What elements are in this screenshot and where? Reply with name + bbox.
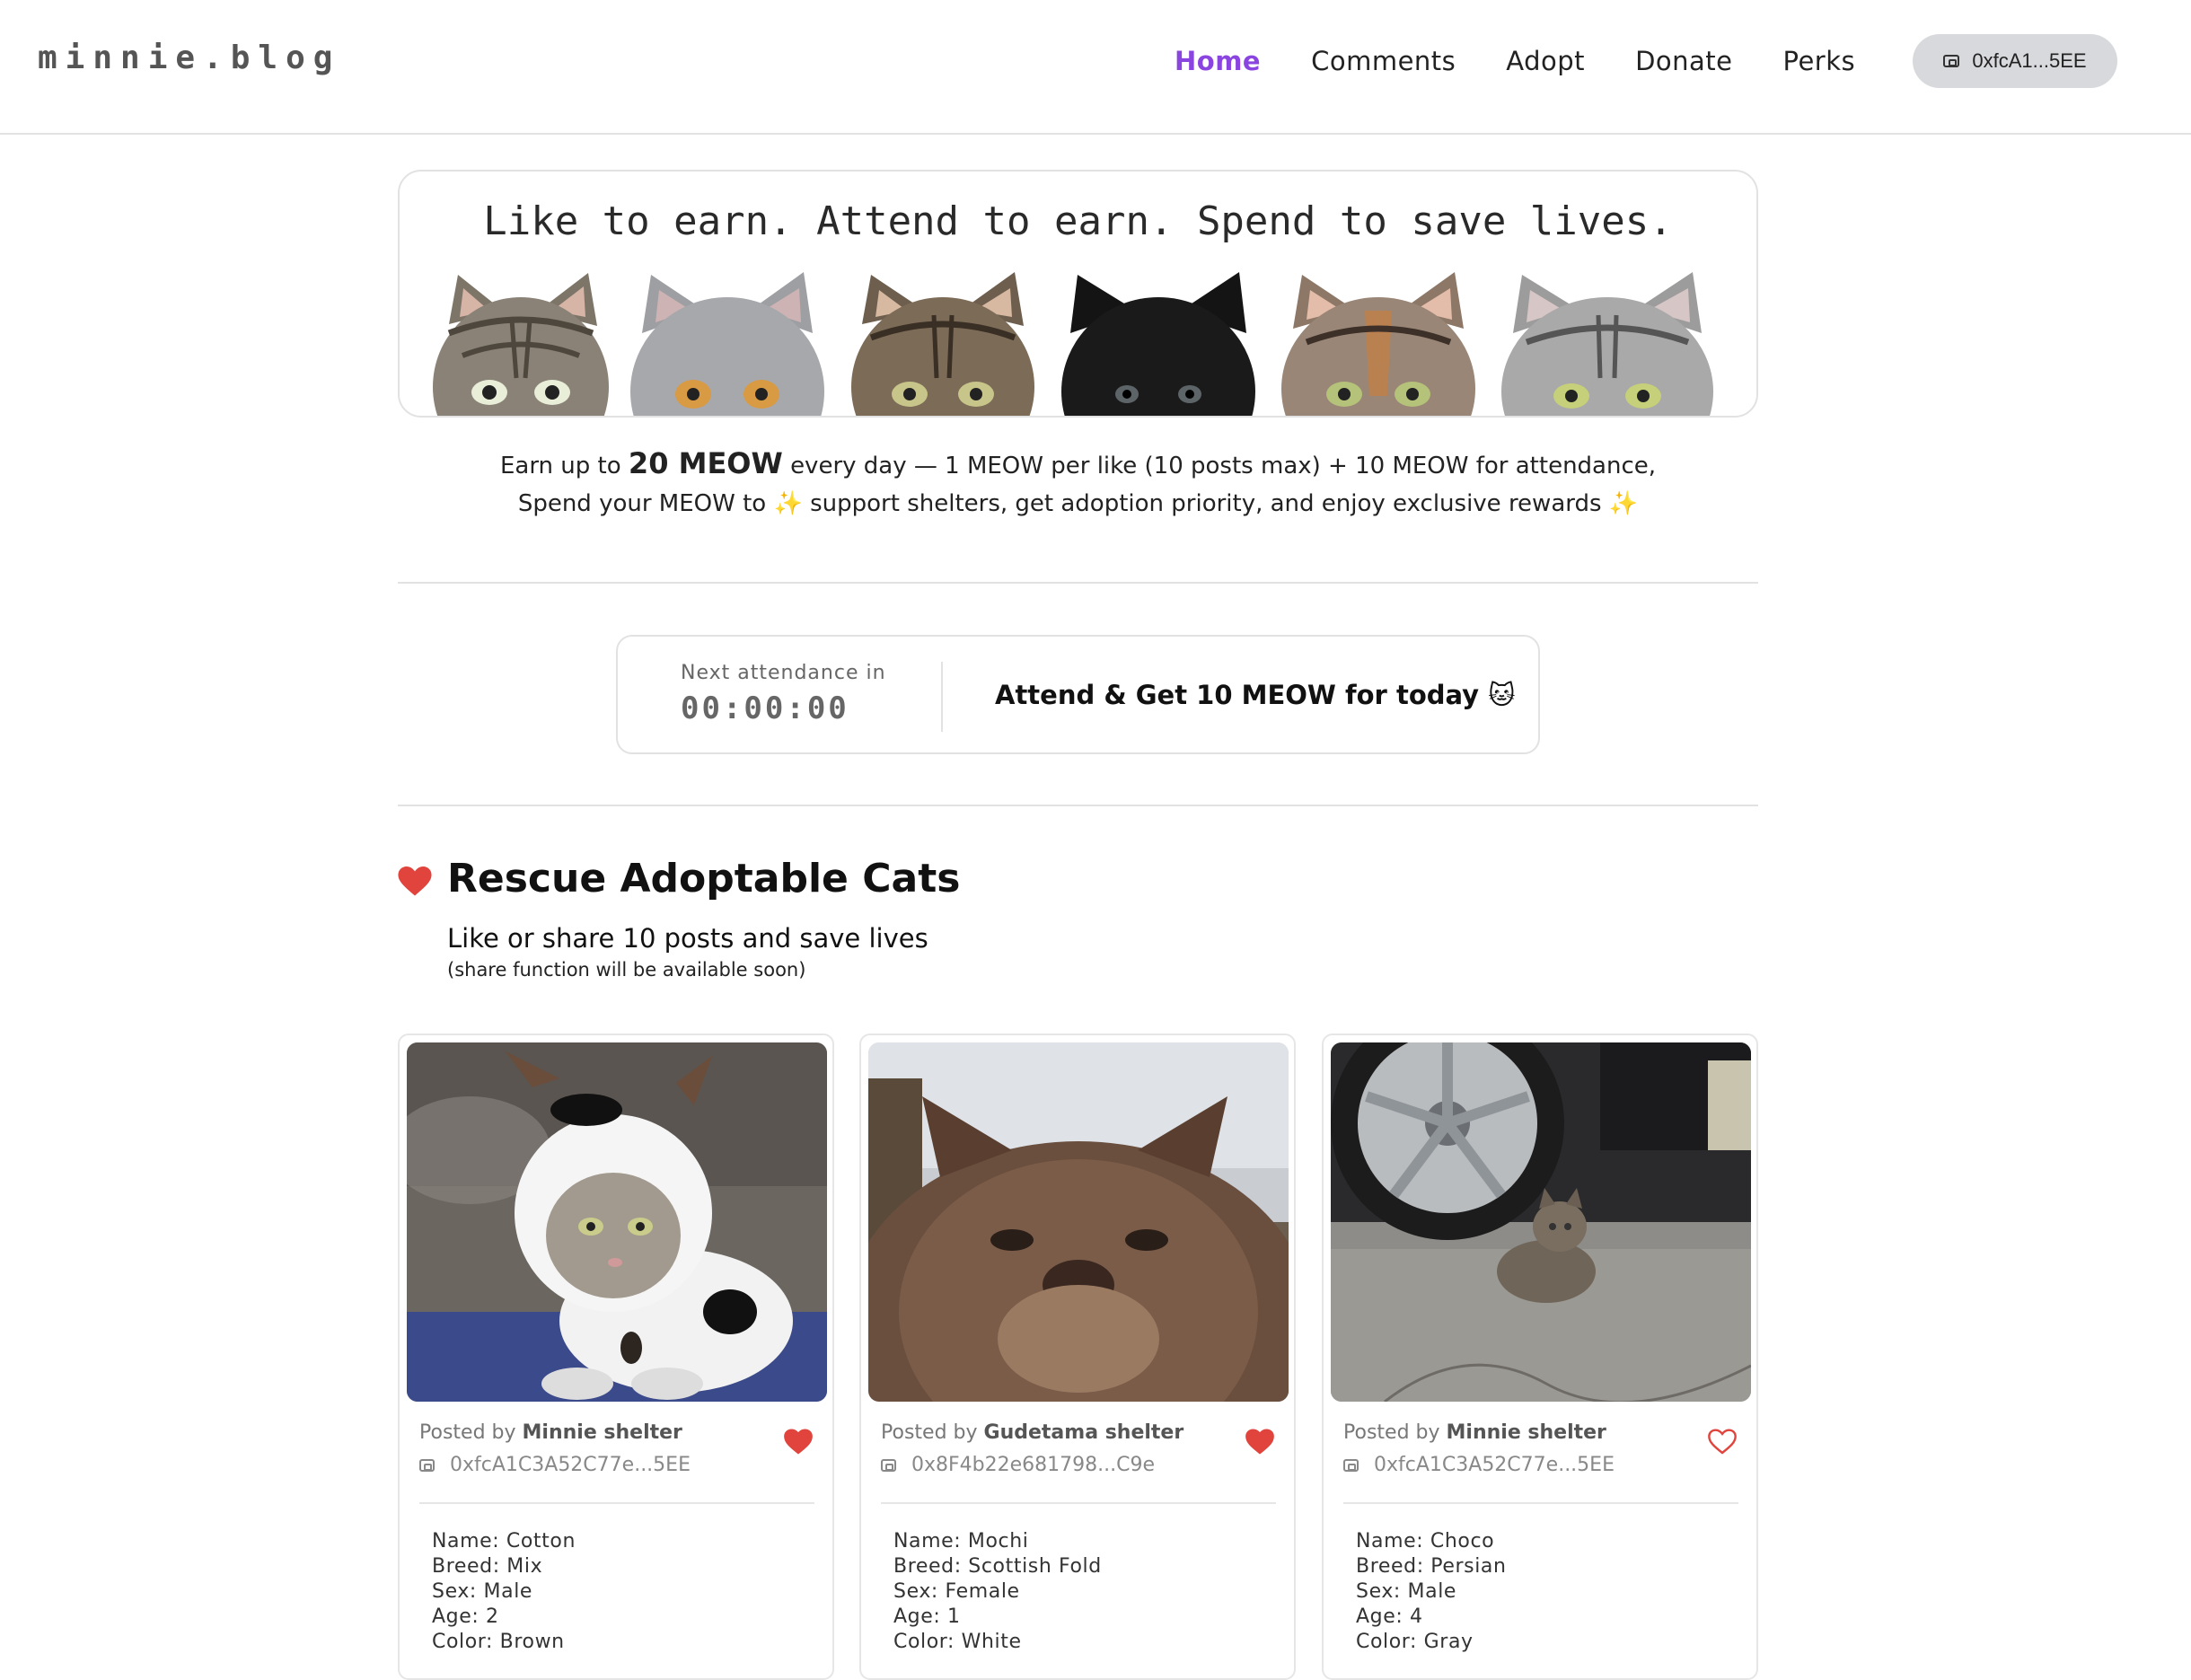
card-divider xyxy=(881,1502,1276,1504)
hero-title: Like to earn. Attend to earn. Spend to s… xyxy=(483,198,1673,244)
cat-head-tabby xyxy=(433,273,609,416)
shelter-address: 0xfcA1C3A52C77e...5EE xyxy=(1343,1454,1615,1476)
shelter-name[interactable]: Gudetama shelter xyxy=(984,1421,1184,1444)
cat-name: Name: Choco xyxy=(1356,1530,1495,1552)
tagline-suffix: every day — 1 MEOW per like (10 posts ma… xyxy=(790,453,1657,479)
cat-closeup-photo xyxy=(868,1042,1289,1402)
nav-adopt[interactable]: Adopt xyxy=(1506,43,1585,79)
like-heart-icon[interactable] xyxy=(784,1429,813,1456)
posted-by-label: Posted by xyxy=(881,1421,978,1444)
cat-card: Posted by Gudetama shelter 0x8F4b22e6817… xyxy=(859,1034,1296,1680)
like-heart-outline-icon[interactable] xyxy=(1708,1429,1737,1456)
hero-banner: Like to earn. Attend to earn. Spend to s… xyxy=(398,170,1758,418)
cat-age: Age: 4 xyxy=(1356,1605,1423,1628)
posted-by: Posted by Minnie shelter xyxy=(1343,1421,1606,1444)
nav-perks[interactable]: Perks xyxy=(1783,43,1856,79)
cat-in-cow-costume-photo xyxy=(407,1042,827,1402)
cat-details: Name: Cotton Breed: Mix Sex: Male Age: 2… xyxy=(432,1529,576,1655)
section-note: (share function will be available soon) xyxy=(447,959,806,981)
cat-card: Posted by Minnie shelter 0xfcA1C3A52C77e… xyxy=(398,1034,834,1680)
cat-card: Posted by Minnie shelter 0xfcA1C3A52C77e… xyxy=(1322,1034,1758,1680)
address-text: 0xfcA1C3A52C77e...5EE xyxy=(450,1454,691,1476)
tagline-line-2: Spend your MEOW to ✨ support shelters, g… xyxy=(398,485,1758,523)
sparkle-icon: ✨ xyxy=(773,490,803,517)
top-nav: minnie.blog Home Comments Adopt Donate P… xyxy=(0,0,2191,135)
card-divider xyxy=(1343,1502,1738,1504)
nav-home[interactable]: Home xyxy=(1175,43,1261,79)
cat-name: Name: Cotton xyxy=(432,1530,576,1552)
cat-color: Color: White xyxy=(893,1631,1022,1653)
cat-photo[interactable] xyxy=(407,1042,827,1402)
divider xyxy=(398,582,1758,584)
shelter-address: 0xfcA1C3A52C77e...5EE xyxy=(419,1454,691,1476)
tagline-line2-b: support shelters, get adoption priority,… xyxy=(810,490,1602,517)
attendance-panel: Next attendance in 00:00:00 Attend & Get… xyxy=(616,635,1540,754)
cat-head-black xyxy=(1061,272,1255,416)
attend-button-label: Attend & Get 10 MEOW for today xyxy=(995,680,1480,710)
cat-head-grey xyxy=(630,272,824,416)
hero-tagline: Earn up to 20 MEOW every day — 1 MEOW pe… xyxy=(398,444,1758,523)
cat-details: Name: Choco Breed: Persian Sex: Male Age… xyxy=(1356,1529,1507,1655)
cat-age: Age: 1 xyxy=(893,1605,961,1628)
wallet-icon xyxy=(1343,1458,1359,1472)
posted-by: Posted by Minnie shelter xyxy=(419,1421,682,1444)
address-text: 0xfcA1C3A52C77e...5EE xyxy=(1374,1454,1615,1476)
cat-age: Age: 2 xyxy=(432,1605,499,1628)
wallet-address: 0xfcA1...5EE xyxy=(1972,49,2087,72)
cat-head-brown-tabby xyxy=(851,272,1034,416)
like-heart-icon[interactable] xyxy=(1245,1429,1274,1456)
cat-sex: Sex: Female xyxy=(893,1580,1020,1603)
shelter-address: 0x8F4b22e681798...C9e xyxy=(881,1454,1155,1476)
nav-comments[interactable]: Comments xyxy=(1311,43,1456,79)
nav-links: Home Comments Adopt Donate Perks xyxy=(1175,43,1905,79)
wallet-button[interactable]: 0xfcA1...5EE xyxy=(1913,34,2117,88)
cat-sex: Sex: Male xyxy=(1356,1580,1457,1603)
cat-head-calico xyxy=(1281,272,1475,416)
posted-by: Posted by Gudetama shelter xyxy=(881,1421,1183,1444)
posted-by-label: Posted by xyxy=(1343,1421,1440,1444)
cat-name: Name: Mochi xyxy=(893,1530,1029,1552)
cat-photo[interactable] xyxy=(1331,1042,1751,1402)
section-subtitle: Like or share 10 posts and save lives xyxy=(447,923,928,954)
wallet-icon xyxy=(1943,55,1960,67)
shelter-name[interactable]: Minnie shelter xyxy=(1447,1421,1606,1444)
tagline-amount: 20 MEOW xyxy=(628,446,783,480)
address-text: 0x8F4b22e681798...C9e xyxy=(911,1454,1156,1476)
nav-donate[interactable]: Donate xyxy=(1635,43,1732,79)
site-logo[interactable]: minnie.blog xyxy=(38,40,340,76)
cat-sex: Sex: Male xyxy=(432,1580,533,1603)
section-title: Rescue Adoptable Cats xyxy=(447,856,961,902)
cat-head-silver-tabby xyxy=(1501,272,1713,416)
heart-icon xyxy=(398,866,432,896)
attendance-label: Next attendance in xyxy=(681,662,886,684)
tagline-line2-a: Spend your MEOW to xyxy=(517,490,767,517)
divider xyxy=(398,805,1758,806)
wallet-icon xyxy=(419,1458,435,1472)
attendance-separator xyxy=(941,662,943,732)
cat-photo[interactable] xyxy=(868,1042,1289,1402)
cat-color: Color: Gray xyxy=(1356,1631,1474,1653)
sparkle-icon: ✨ xyxy=(1608,490,1639,517)
cat-details: Name: Mochi Breed: Scottish Fold Sex: Fe… xyxy=(893,1529,1102,1655)
cat-emoji-icon: 🐱 xyxy=(1488,680,1516,710)
tagline-line-1: Earn up to 20 MEOW every day — 1 MEOW pe… xyxy=(398,444,1758,485)
cat-breed: Breed: Scottish Fold xyxy=(893,1555,1102,1578)
wallet-icon xyxy=(881,1458,896,1472)
cat-by-car-wheel-photo xyxy=(1331,1042,1751,1402)
attendance-timer: 00:00:00 xyxy=(681,690,849,726)
shelter-name[interactable]: Minnie shelter xyxy=(523,1421,682,1444)
cat-breed: Breed: Mix xyxy=(432,1555,543,1578)
cat-color: Color: Brown xyxy=(432,1631,565,1653)
card-divider xyxy=(419,1502,814,1504)
peeking-cats-illustration xyxy=(427,270,1729,416)
posted-by-label: Posted by xyxy=(419,1421,516,1444)
attend-button[interactable]: Attend & Get 10 MEOW for today 🐱 xyxy=(995,673,1515,717)
cat-breed: Breed: Persian xyxy=(1356,1555,1507,1578)
tagline-prefix: Earn up to xyxy=(499,453,621,479)
